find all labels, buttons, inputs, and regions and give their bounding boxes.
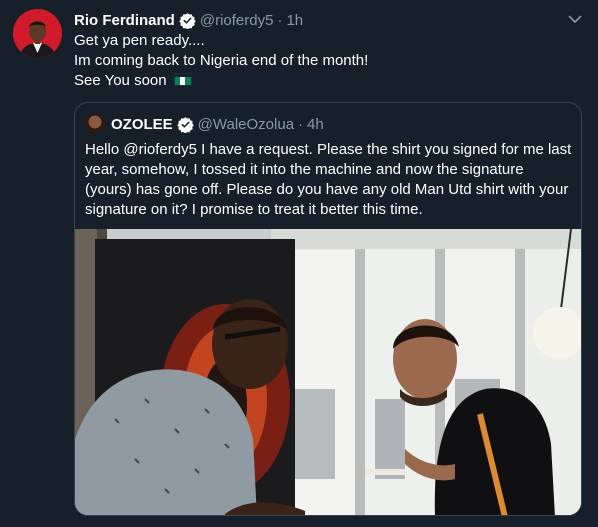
verified-badge-icon: [179, 12, 196, 29]
quoted-author-display-name[interactable]: OZOLEE: [111, 116, 173, 133]
quoted-text-line: year, somehow, I tossed it into the mach…: [85, 161, 524, 178]
author-display-name[interactable]: Rio Ferdinand: [74, 12, 175, 29]
author-avatar[interactable]: [13, 9, 62, 58]
tweet-text-line: See You soon: [74, 71, 574, 91]
quoted-text-line: Hello @rioferdy5 I have a request. Pleas…: [85, 141, 572, 158]
quoted-text-line: signature on it? I promise to treat it b…: [85, 201, 423, 218]
quoted-author-avatar[interactable]: [85, 114, 105, 134]
quoted-text-line: (yours) has gone off. Please do you have…: [85, 181, 569, 198]
quoted-tweet-photo[interactable]: [75, 229, 581, 515]
tweet-header: Rio Ferdinand @rioferdy5 · 1h: [74, 9, 558, 31]
photo-image: [75, 229, 581, 515]
header-separator: ·: [298, 115, 304, 133]
verified-badge-icon: [176, 116, 194, 133]
tweet-card[interactable]: Rio Ferdinand @rioferdy5 · 1h Get ya pen…: [0, 0, 598, 527]
tweet-text-line: Im coming back to Nigeria end of the mon…: [74, 52, 369, 69]
tweet-text-line: Get ya pen ready....: [74, 32, 205, 49]
tweet-text-line-content: See You soon: [74, 72, 167, 89]
quoted-author-handle[interactable]: @WaleOzolua: [198, 116, 294, 133]
quoted-tweet-text: Hello @rioferdy5 I have a request. Pleas…: [85, 140, 577, 220]
author-avatar-image: [13, 9, 62, 58]
chevron-down-icon[interactable]: [566, 10, 584, 28]
nigeria-flag-icon: [173, 73, 192, 86]
quoted-tweet-header: OZOLEE @WaleOzolua · 4h: [85, 114, 324, 134]
author-handle[interactable]: @rioferdy5: [200, 12, 274, 29]
tweet-text: Get ya pen ready.... Im coming back to N…: [74, 31, 574, 91]
header-separator: ·: [277, 11, 283, 29]
quoted-tweet-timestamp[interactable]: 4h: [307, 116, 324, 133]
tweet-timestamp[interactable]: 1h: [286, 12, 303, 29]
quoted-tweet[interactable]: OZOLEE @WaleOzolua · 4h Hello @rioferdy5…: [74, 102, 582, 516]
